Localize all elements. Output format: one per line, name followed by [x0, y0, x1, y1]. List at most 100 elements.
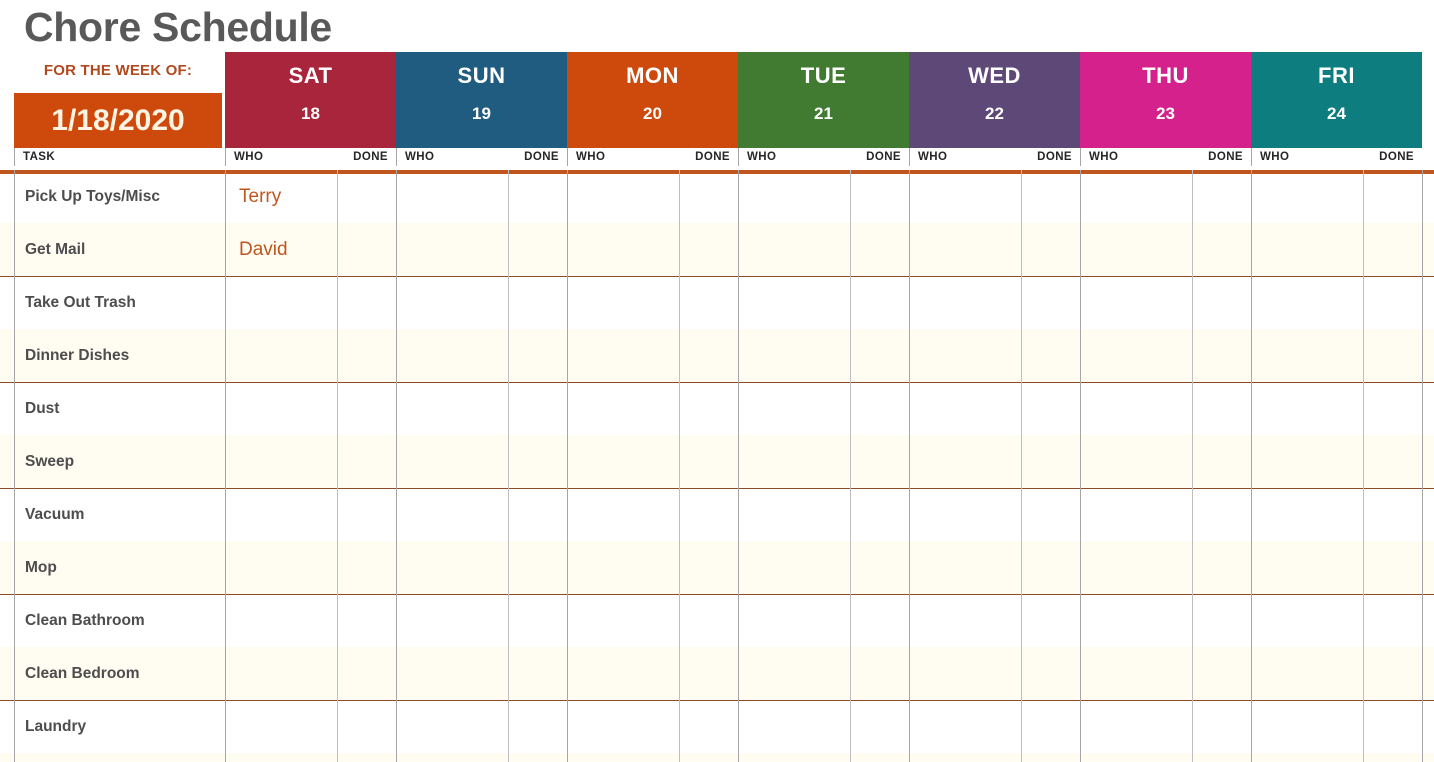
who-cell-sun[interactable]: [396, 594, 508, 647]
done-cell-mon[interactable]: [679, 700, 738, 753]
who-cell-fri[interactable]: [1251, 594, 1363, 647]
who-cell-fri[interactable]: [1251, 488, 1363, 541]
who-cell-mon[interactable]: [567, 276, 679, 329]
done-cell-sat[interactable]: [337, 382, 396, 435]
who-cell-wed[interactable]: [909, 223, 1021, 276]
done-cell-mon[interactable]: [679, 329, 738, 382]
who-cell-mon[interactable]: [567, 647, 679, 700]
done-cell-sat[interactable]: [337, 223, 396, 276]
task-name-cell[interactable]: Get Mail: [14, 223, 225, 276]
who-cell-sun[interactable]: [396, 223, 508, 276]
done-cell-fri[interactable]: [1363, 488, 1422, 541]
who-cell-tue[interactable]: [738, 488, 850, 541]
day-header-sat[interactable]: SAT 18: [225, 52, 396, 148]
done-cell-thu[interactable]: [1192, 700, 1251, 753]
who-cell-mon[interactable]: [567, 488, 679, 541]
done-cell-thu[interactable]: [1192, 170, 1251, 223]
who-cell-tue[interactable]: [738, 223, 850, 276]
who-cell-sun[interactable]: [396, 488, 508, 541]
who-cell-thu[interactable]: [1080, 647, 1192, 700]
day-header-tue[interactable]: TUE 21: [738, 52, 909, 148]
who-cell-mon[interactable]: [567, 382, 679, 435]
done-cell-tue[interactable]: [850, 700, 909, 753]
who-cell-mon[interactable]: [567, 329, 679, 382]
who-cell-sat[interactable]: [225, 594, 337, 647]
who-cell-tue[interactable]: [738, 700, 850, 753]
done-cell-sun[interactable]: [508, 488, 567, 541]
who-cell-fri[interactable]: [1251, 647, 1363, 700]
done-cell-fri[interactable]: [1363, 647, 1422, 700]
task-name-cell[interactable]: Take Out Trash: [14, 276, 225, 329]
task-name-cell[interactable]: Mop: [14, 541, 225, 594]
done-cell-wed[interactable]: [1021, 435, 1080, 488]
who-cell-sat[interactable]: [225, 753, 337, 762]
who-cell-mon[interactable]: [567, 435, 679, 488]
who-cell-mon[interactable]: [567, 541, 679, 594]
done-cell-thu[interactable]: [1192, 541, 1251, 594]
who-cell-sun[interactable]: [396, 329, 508, 382]
who-cell-sat[interactable]: [225, 488, 337, 541]
who-cell-tue[interactable]: [738, 435, 850, 488]
done-cell-tue[interactable]: [850, 647, 909, 700]
done-cell-sun[interactable]: [508, 700, 567, 753]
who-cell-thu[interactable]: [1080, 276, 1192, 329]
who-cell-sun[interactable]: [396, 276, 508, 329]
who-cell-tue[interactable]: [738, 753, 850, 762]
who-cell-wed[interactable]: [909, 276, 1021, 329]
done-cell-tue[interactable]: [850, 276, 909, 329]
who-cell-mon[interactable]: [567, 594, 679, 647]
day-header-mon[interactable]: MON 20: [567, 52, 738, 148]
done-cell-fri[interactable]: [1363, 435, 1422, 488]
done-cell-sun[interactable]: [508, 223, 567, 276]
who-cell-wed[interactable]: [909, 753, 1021, 762]
done-cell-wed[interactable]: [1021, 700, 1080, 753]
done-cell-sun[interactable]: [508, 276, 567, 329]
done-cell-wed[interactable]: [1021, 753, 1080, 762]
done-cell-wed[interactable]: [1021, 223, 1080, 276]
done-cell-sat[interactable]: [337, 435, 396, 488]
done-cell-tue[interactable]: [850, 382, 909, 435]
done-cell-fri[interactable]: [1363, 276, 1422, 329]
task-name-cell[interactable]: Dinner Dishes: [14, 329, 225, 382]
done-cell-thu[interactable]: [1192, 435, 1251, 488]
who-cell-sat[interactable]: David: [225, 223, 337, 276]
who-cell-wed[interactable]: [909, 170, 1021, 223]
who-cell-sat[interactable]: Terry: [225, 170, 337, 223]
done-cell-sun[interactable]: [508, 647, 567, 700]
done-cell-sat[interactable]: [337, 594, 396, 647]
task-name-cell[interactable]: Vacuum: [14, 488, 225, 541]
who-cell-sun[interactable]: [396, 382, 508, 435]
done-cell-sat[interactable]: [337, 753, 396, 762]
done-cell-sun[interactable]: [508, 329, 567, 382]
done-cell-fri[interactable]: [1363, 594, 1422, 647]
who-cell-sat[interactable]: [225, 276, 337, 329]
done-cell-thu[interactable]: [1192, 647, 1251, 700]
done-cell-wed[interactable]: [1021, 594, 1080, 647]
who-cell-mon[interactable]: [567, 170, 679, 223]
who-cell-thu[interactable]: [1080, 170, 1192, 223]
who-cell-wed[interactable]: [909, 488, 1021, 541]
task-name-cell[interactable]: Laundry: [14, 700, 225, 753]
who-cell-fri[interactable]: [1251, 223, 1363, 276]
done-cell-fri[interactable]: [1363, 541, 1422, 594]
done-cell-fri[interactable]: [1363, 170, 1422, 223]
done-cell-mon[interactable]: [679, 276, 738, 329]
done-cell-tue[interactable]: [850, 488, 909, 541]
who-cell-fri[interactable]: [1251, 170, 1363, 223]
done-cell-sat[interactable]: [337, 700, 396, 753]
who-cell-thu[interactable]: [1080, 382, 1192, 435]
done-cell-thu[interactable]: [1192, 594, 1251, 647]
done-cell-wed[interactable]: [1021, 329, 1080, 382]
done-cell-tue[interactable]: [850, 329, 909, 382]
who-cell-sat[interactable]: [225, 647, 337, 700]
task-name-cell[interactable]: Dust: [14, 382, 225, 435]
who-cell-tue[interactable]: [738, 594, 850, 647]
who-cell-tue[interactable]: [738, 170, 850, 223]
who-cell-tue[interactable]: [738, 382, 850, 435]
who-cell-fri[interactable]: [1251, 382, 1363, 435]
done-cell-fri[interactable]: [1363, 329, 1422, 382]
who-cell-wed[interactable]: [909, 382, 1021, 435]
done-cell-wed[interactable]: [1021, 170, 1080, 223]
who-cell-thu[interactable]: [1080, 700, 1192, 753]
done-cell-mon[interactable]: [679, 170, 738, 223]
